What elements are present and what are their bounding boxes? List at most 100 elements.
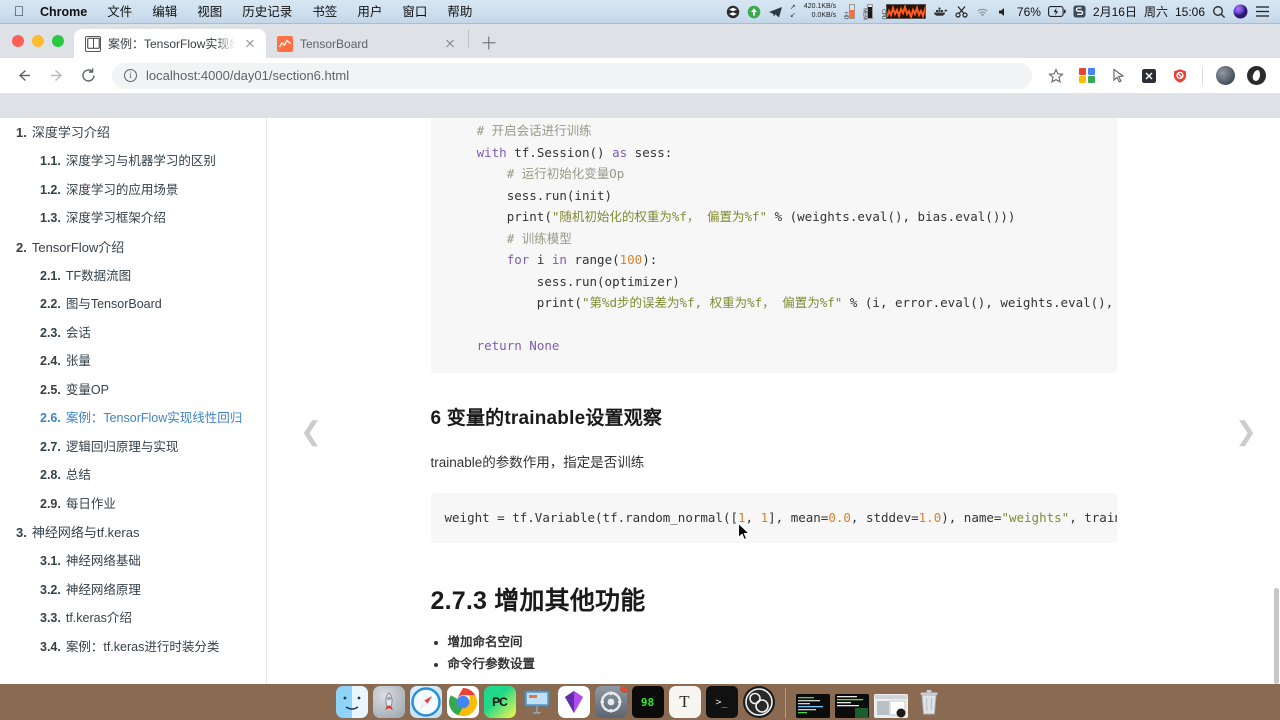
back-button[interactable] xyxy=(10,62,38,90)
menu-bookmarks[interactable]: 书签 xyxy=(302,0,347,24)
reload-button[interactable] xyxy=(74,62,102,90)
toc-label: 深度学习介绍 xyxy=(31,125,110,140)
tab-tensorboard[interactable]: TensorBoard xyxy=(266,29,466,58)
profile-avatar-icon[interactable] xyxy=(1211,62,1239,90)
toc-label: 神经网络与tf.keras xyxy=(31,525,140,540)
battery-charging-icon[interactable] xyxy=(1047,6,1066,17)
toc-number: 2.3. xyxy=(40,325,61,340)
maximize-window-button[interactable] xyxy=(52,35,64,47)
wifi-icon[interactable] xyxy=(975,6,990,18)
typora-icon[interactable]: T xyxy=(668,686,701,718)
mem-monitor-icon[interactable]: MEM xyxy=(861,4,874,19)
sidebar-item-1-3[interactable]: 1.3. 深度学习框架介绍 xyxy=(0,204,266,233)
pycharm-icon[interactable]: PC xyxy=(483,686,516,718)
page-scrollbar[interactable] xyxy=(1274,118,1280,708)
menu-help[interactable]: 帮助 xyxy=(437,0,482,24)
finder-icon[interactable] xyxy=(335,686,368,718)
trash-icon[interactable] xyxy=(913,686,945,718)
toc-label: 神经网络原理 xyxy=(65,582,141,597)
sidebar-item-2[interactable]: 2. TensorFlow介绍 xyxy=(0,233,266,262)
tab-tensorflow-linear-regression[interactable]: 案例：TensorFlow实现线性回归 xyxy=(74,29,266,58)
update-arrow-icon[interactable] xyxy=(747,5,761,19)
control-center-icon[interactable] xyxy=(1255,5,1270,18)
toc-label: TF数据流图 xyxy=(65,268,132,283)
chevron-right-icon[interactable]: ❯ xyxy=(1226,412,1266,452)
menu-history[interactable]: 历史记录 xyxy=(232,0,302,24)
cpu-monitor-icon[interactable]: CPU xyxy=(880,4,926,19)
obs-icon[interactable] xyxy=(742,686,775,718)
toc-number: 2.8. xyxy=(40,468,61,482)
close-tab-button[interactable] xyxy=(242,36,258,52)
sidebar-item-2-4[interactable]: 2.4. 张量 xyxy=(0,347,266,376)
book-sidebar-toc[interactable]: 1. 深度学习介绍 1.1. 深度学习与机器学习的区别 1.2. 深度学习的应用场景 … xyxy=(0,118,267,708)
list-item: 命令行参数设置 xyxy=(448,653,1117,675)
docker-icon[interactable] xyxy=(933,5,948,18)
close-window-button[interactable] xyxy=(12,35,24,47)
spotlight-search-icon[interactable] xyxy=(1212,5,1226,19)
volume-icon[interactable] xyxy=(997,6,1010,18)
telegram-icon[interactable] xyxy=(768,5,783,19)
address-bar[interactable]: i localhost:4000/day01/section6.html xyxy=(112,62,1032,89)
code-window-thumb[interactable] xyxy=(834,694,869,718)
launchpad-icon[interactable] xyxy=(372,686,405,718)
close-tab-button[interactable] xyxy=(442,36,458,52)
finder-window-thumb[interactable] xyxy=(873,694,908,718)
menu-chrome[interactable]: Chrome xyxy=(30,0,97,24)
menubar-weekday-label: 周六 xyxy=(1143,5,1168,19)
scissors-icon[interactable] xyxy=(955,5,968,18)
menu-edit[interactable]: 编辑 xyxy=(142,0,187,24)
sidebar-item-3-3[interactable]: 3.3. tf.keras介绍 xyxy=(0,604,266,633)
sidebar-item-3[interactable]: 3. 神经网络与tf.keras xyxy=(0,518,266,547)
net-download-rate: 0.0KB/s xyxy=(811,11,837,19)
sidebar-item-3-1[interactable]: 3.1. 神经网络基础 xyxy=(0,547,266,576)
sidebar-item-2-8[interactable]: 2.8. 总结 xyxy=(0,461,266,490)
extension-grid-icon[interactable] xyxy=(1073,62,1101,90)
sidebar-item-2-9[interactable]: 2.9. 每日作业 xyxy=(0,490,266,519)
sidebar-item-2-2[interactable]: 2.2. 图与TensorBoard xyxy=(0,290,266,319)
page-viewport: 1. 深度学习介绍 1.1. 深度学习与机器学习的区别 1.2. 深度学习的应用场景 … xyxy=(0,118,1280,708)
chevron-left-icon[interactable]: ❮ xyxy=(291,412,331,452)
apple-logo-icon[interactable]:  xyxy=(8,4,30,20)
sidebar-item-2-7[interactable]: 2.7. 逻辑回归原理与实现 xyxy=(0,433,266,462)
new-tab-button[interactable] xyxy=(475,29,503,57)
dropbox-icon[interactable] xyxy=(726,5,740,19)
account-icon[interactable] xyxy=(1242,62,1270,90)
menu-profiles[interactable]: 用户 xyxy=(347,0,392,24)
adblock-shield-icon[interactable] xyxy=(1166,62,1194,90)
menu-file[interactable]: 文件 xyxy=(97,0,142,24)
iterm-icon[interactable]: >_ xyxy=(705,686,738,718)
toolbar-divider xyxy=(1202,66,1203,85)
menu-view[interactable]: 视图 xyxy=(187,0,232,24)
bookmark-star-icon[interactable] xyxy=(1042,62,1070,90)
sketch-icon[interactable] xyxy=(557,686,590,718)
hd-monitor-icon[interactable]: HD xyxy=(843,4,855,19)
toolbar-actions xyxy=(1042,62,1270,90)
shadowsocks-icon[interactable] xyxy=(1073,5,1086,18)
toc-number: 1.3. xyxy=(40,211,61,225)
sidebar-item-2-3[interactable]: 2.3. 会话 xyxy=(0,319,266,348)
menu-window[interactable]: 窗口 xyxy=(392,0,437,24)
keynote-icon[interactable] xyxy=(521,686,553,718)
minimize-window-button[interactable] xyxy=(32,35,44,47)
macos-dock: PC 98 T >_ xyxy=(0,684,1280,720)
sidebar-item-1-1[interactable]: 1.1. 深度学习与机器学习的区别 xyxy=(0,147,266,176)
sidebar-item-2-6[interactable]: 2.6. 案例：TensorFlow实现线性回归 xyxy=(0,404,266,433)
siri-icon[interactable] xyxy=(1233,4,1248,19)
network-speed-indicator[interactable]: 420.1KB/s 0.0KB/s xyxy=(804,3,836,20)
sidebar-item-3-4[interactable]: 3.4. 案例：tf.keras进行时装分类 xyxy=(0,633,266,662)
terminal-window-thumb[interactable] xyxy=(795,694,830,718)
cursor-extension-icon[interactable] xyxy=(1104,62,1132,90)
forward-button[interactable] xyxy=(42,62,70,90)
system-preferences-icon[interactable] xyxy=(594,686,627,718)
x-extension-icon[interactable] xyxy=(1135,62,1163,90)
sidebar-item-1[interactable]: 1. 深度学习介绍 xyxy=(0,118,266,147)
macos-menubar:  Chrome 文件 编辑 视图 历史记录 书签 用户 窗口 帮助 ↗↙ xyxy=(0,0,1280,24)
terminal-green-icon[interactable]: 98 xyxy=(631,686,664,718)
sidebar-item-2-5[interactable]: 2.5. 变量OP xyxy=(0,376,266,405)
sidebar-item-1-2[interactable]: 1.2. 深度学习的应用场景 xyxy=(0,176,266,205)
info-circle-icon[interactable]: i xyxy=(124,69,137,82)
sidebar-item-2-1[interactable]: 2.1. TF数据流图 xyxy=(0,262,266,291)
chrome-icon[interactable] xyxy=(446,686,479,718)
safari-icon[interactable] xyxy=(409,686,442,718)
sidebar-item-3-2[interactable]: 3.2. 神经网络原理 xyxy=(0,576,266,605)
